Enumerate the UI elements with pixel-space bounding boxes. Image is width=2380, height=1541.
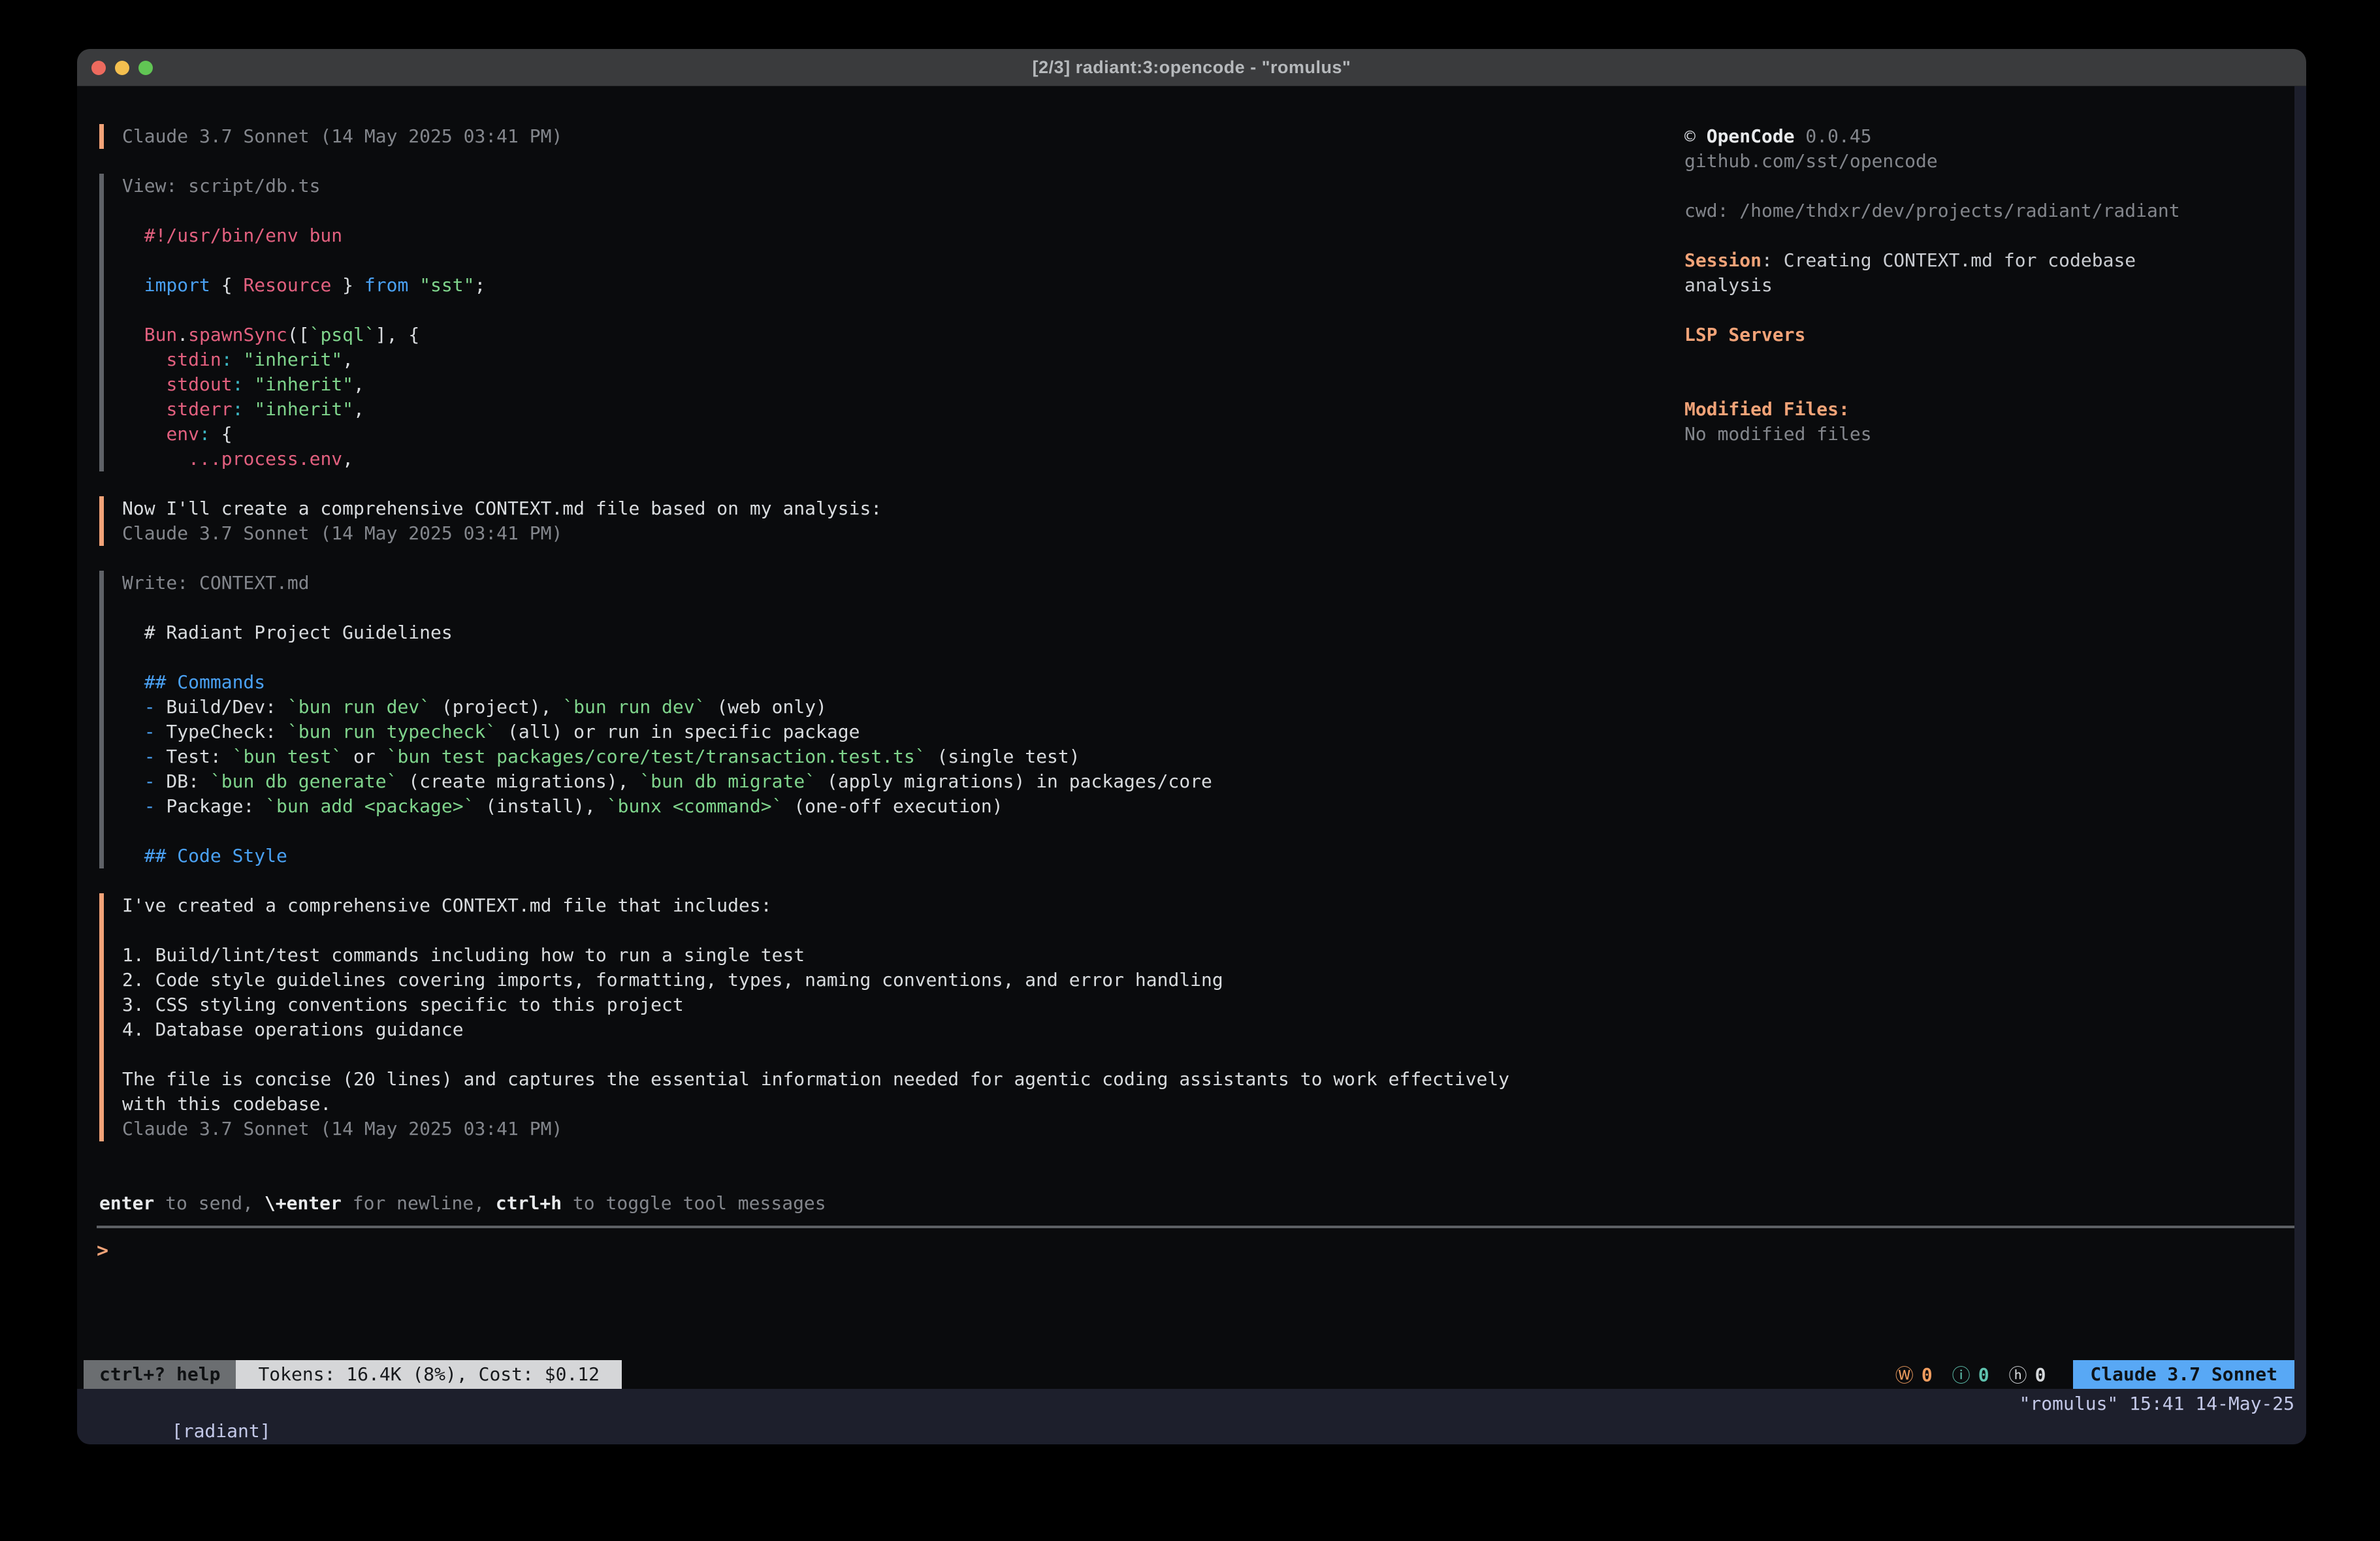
help-chip[interactable]: ctrl+? help [84, 1360, 236, 1389]
input-separator [97, 1226, 2294, 1228]
model-chip[interactable]: Claude 3.7 Sonnet [2073, 1360, 2294, 1389]
text-line: 4. Database operations guidance [122, 1017, 1509, 1042]
prompt-caret: > [97, 1239, 108, 1262]
tmux-host-clock: "romulus" 15:41 14-May-25 [2019, 1390, 2294, 1418]
hint-counter-icon: ⓗ [2009, 1361, 2027, 1388]
text-line: - Test: `bun test` or `bun test packages… [122, 744, 1212, 769]
text-line: ## Code Style [122, 844, 1212, 868]
text-line: cwd: /home/thdxr/dev/projects/radiant/ra… [1684, 199, 2298, 223]
status-bar: ctrl+? help Tokens: 16.4K (8%), Cost: $0… [77, 1360, 2306, 1389]
window-title: [2/3] radiant:3:opencode - "romulus" [1033, 57, 1351, 78]
minimize-button[interactable] [115, 61, 129, 75]
tool-write-block: Write: CONTEXT.md # Radiant Project Guid… [99, 571, 1212, 868]
info-counter-value: 0 [1978, 1364, 1989, 1386]
text-line [122, 645, 1212, 670]
text-line: - Package: `bun add <package>` (install)… [122, 794, 1212, 819]
tmux-status-bar: [radiant] 1:nvim 2:zsh- 3:opencode* 4:zs… [77, 1389, 2306, 1444]
text-line: Write: CONTEXT.md [122, 571, 1212, 596]
text-line: env: { [122, 422, 485, 447]
text-line: Bun.spawnSync([`psql`], { [122, 323, 485, 347]
assistant-summary-message: I've created a comprehensive CONTEXT.md … [99, 893, 1509, 1141]
text-line: © OpenCode 0.0.45 [1684, 124, 2298, 149]
sidebar: © OpenCode 0.0.45github.com/sst/opencode… [1684, 124, 2298, 447]
text-line [122, 248, 485, 273]
text-line: - Build/Dev: `bun run dev` (project), `b… [122, 695, 1212, 720]
close-button[interactable] [91, 61, 106, 75]
status-bar-left: ctrl+? help Tokens: 16.4K (8%), Cost: $0… [84, 1360, 622, 1389]
hint-counter-value: 0 [2035, 1364, 2046, 1386]
text-line: - TypeCheck: `bun run typecheck` (all) o… [122, 720, 1212, 744]
prompt-input[interactable]: > [97, 1238, 2278, 1264]
tmux-session-name: [radiant] [172, 1420, 271, 1442]
text-line [1684, 174, 2298, 199]
text-line: 2. Code style guidelines covering import… [122, 968, 1509, 993]
status-bar-right: Ⓦ 0 ⓘ 0 ⓗ 0 Claude 3.7 Sonnet [1895, 1360, 2294, 1389]
text-line [122, 596, 1212, 620]
text-line: # Radiant Project Guidelines [122, 620, 1212, 645]
text-line: Claude 3.7 Sonnet (14 May 2025 03:41 PM) [122, 124, 562, 149]
text-line: Claude 3.7 Sonnet (14 May 2025 03:41 PM) [122, 521, 882, 546]
window-titlebar[interactable]: [2/3] radiant:3:opencode - "romulus" [77, 49, 2306, 86]
terminal-content: Claude 3.7 Sonnet (14 May 2025 03:41 PM)… [77, 86, 2306, 1444]
text-line: enter to send, \+enter for newline, ctrl… [99, 1191, 826, 1216]
terminal-window: [2/3] radiant:3:opencode - "romulus" Cla… [77, 49, 2306, 1444]
text-line: analysis [1684, 273, 2298, 298]
text-line [122, 819, 1212, 844]
text-line [1684, 372, 2298, 397]
text-line [1684, 223, 2298, 248]
text-line: No modified files [1684, 422, 2298, 447]
keybind-hint: enter to send, \+enter for newline, ctrl… [99, 1191, 826, 1216]
fullscreen-button[interactable] [138, 61, 153, 75]
text-line [122, 1042, 1509, 1067]
text-line: The file is concise (20 lines) and captu… [122, 1067, 1509, 1092]
write-counter-icon: Ⓦ [1895, 1361, 1914, 1388]
text-line: stdout: "inherit", [122, 372, 485, 397]
text-line: ## Commands [122, 670, 1212, 695]
text-line: Session: Creating CONTEXT.md for codebas… [1684, 248, 2298, 273]
assistant-message: Now I'll create a comprehensive CONTEXT.… [99, 496, 882, 546]
write-counter-value: 0 [1922, 1364, 1933, 1386]
text-line: 3. CSS styling conventions specific to t… [122, 993, 1509, 1017]
text-line: import { Resource } from "sst"; [122, 273, 485, 298]
info-counter-icon: ⓘ [1952, 1361, 1970, 1388]
text-line: LSP Servers [1684, 323, 2298, 347]
text-line: Claude 3.7 Sonnet (14 May 2025 03:41 PM) [122, 1117, 1509, 1141]
assistant-message-header: Claude 3.7 Sonnet (14 May 2025 03:41 PM) [99, 124, 562, 149]
text-line: 1. Build/lint/test commands including ho… [122, 943, 1509, 968]
hint-counter: ⓗ 0 [2009, 1361, 2046, 1388]
text-line: Now I'll create a comprehensive CONTEXT.… [122, 496, 882, 521]
text-line [122, 918, 1509, 943]
tool-view-block: View: script/db.ts #!/usr/bin/env bun im… [99, 174, 485, 471]
text-line [122, 298, 485, 323]
text-line: - DB: `bun db generate` (create migratio… [122, 769, 1212, 794]
tokens-cost-chip: Tokens: 16.4K (8%), Cost: $0.12 [236, 1360, 622, 1389]
text-line: with this codebase. [122, 1092, 1509, 1117]
text-line: stdin: "inherit", [122, 347, 485, 372]
text-line [1684, 298, 2298, 323]
info-counter: ⓘ 0 [1952, 1361, 1989, 1388]
text-line: I've created a comprehensive CONTEXT.md … [122, 893, 1509, 918]
text-line: ...process.env, [122, 447, 485, 471]
text-line: #!/usr/bin/env bun [122, 223, 485, 248]
text-line: github.com/sst/opencode [1684, 149, 2298, 174]
tmux-window-list: [radiant] 1:nvim 2:zsh- 3:opencode* 4:zs… [84, 1390, 304, 1444]
text-line: View: script/db.ts [122, 174, 485, 199]
write-counter: Ⓦ 0 [1895, 1361, 1933, 1388]
text-line [1684, 347, 2298, 372]
text-line: Modified Files: [1684, 397, 2298, 422]
traffic-lights [84, 49, 153, 86]
text-line: stderr: "inherit", [122, 397, 485, 422]
text-line [122, 199, 485, 223]
